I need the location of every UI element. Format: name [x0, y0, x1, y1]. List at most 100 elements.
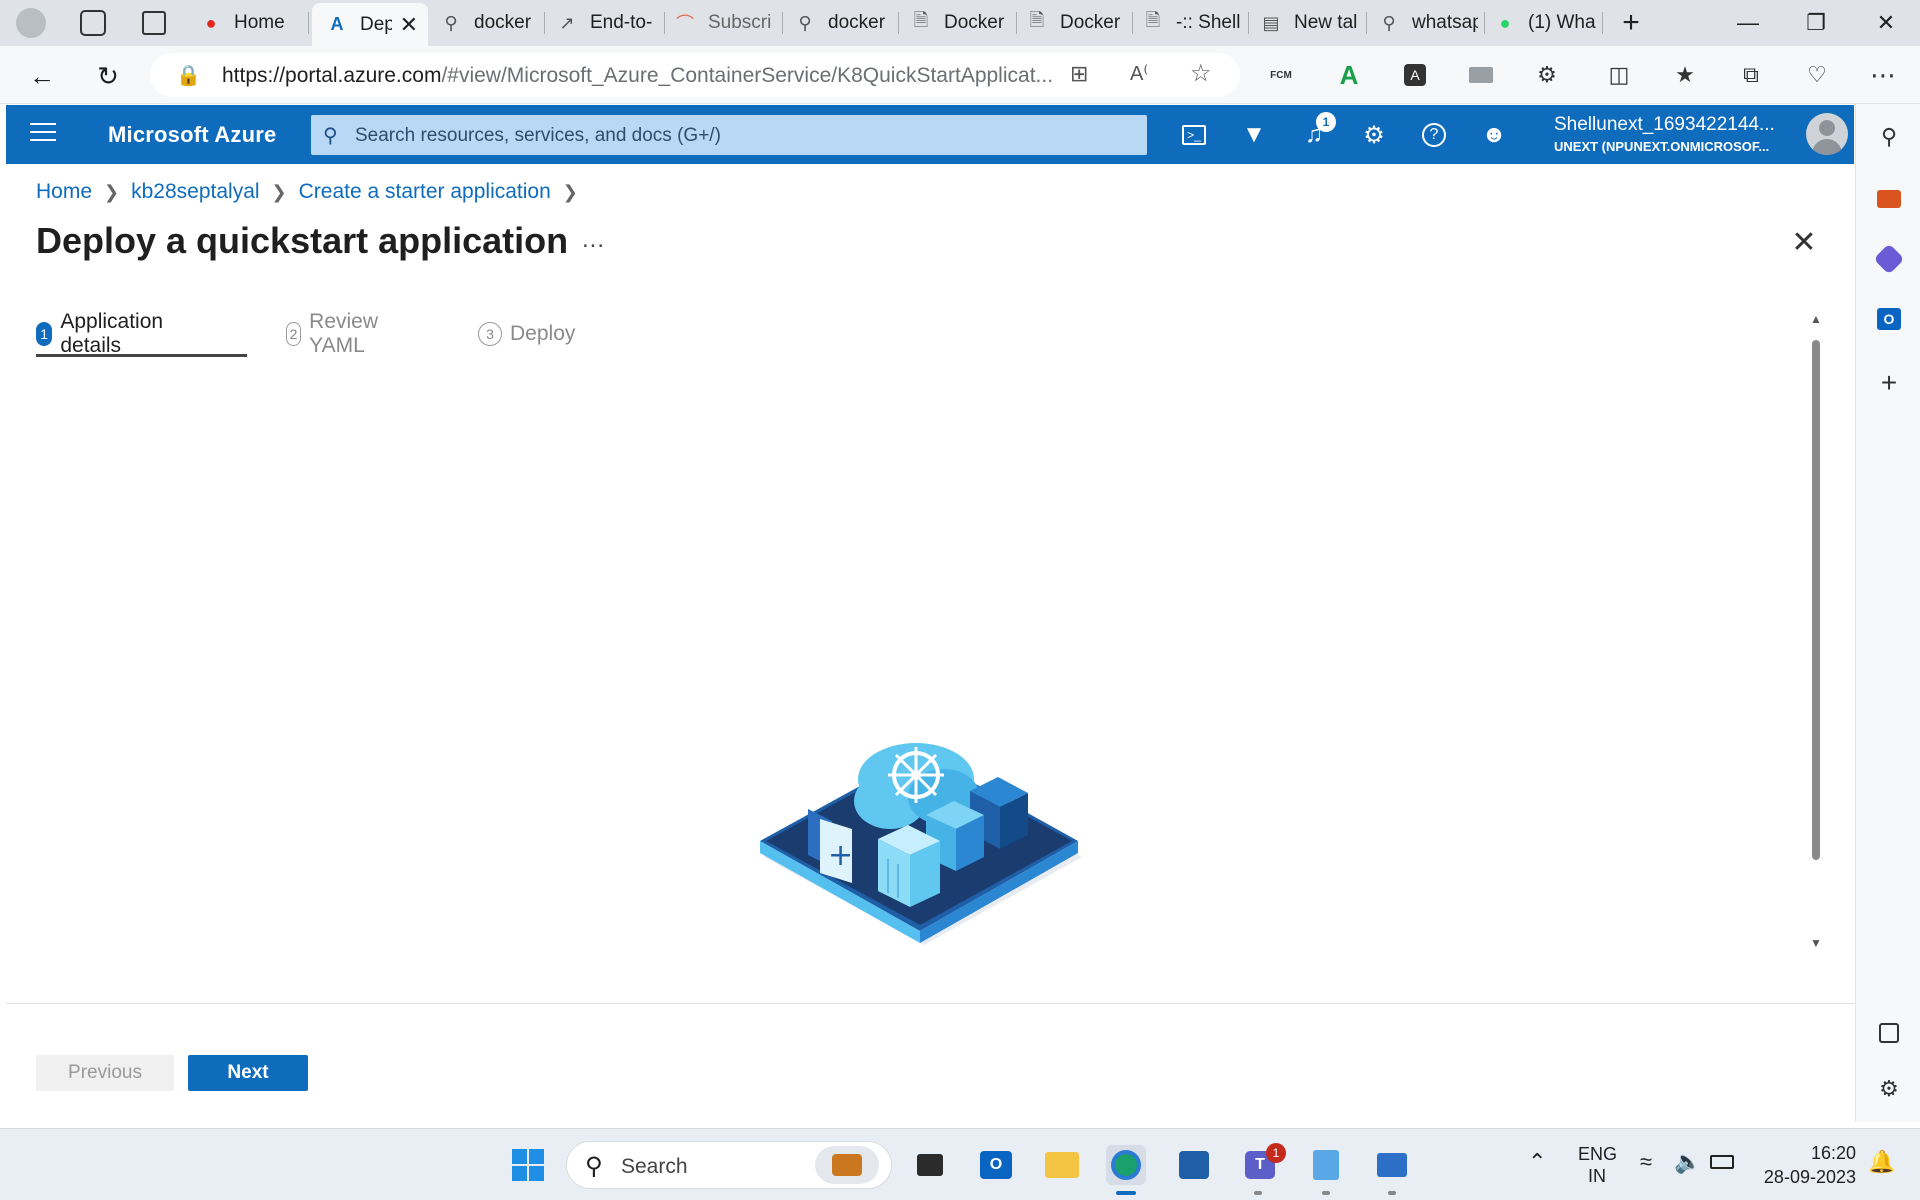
cloud-shell-icon[interactable]: >_ — [1174, 115, 1214, 155]
extension-a-icon[interactable]: A — [1398, 58, 1432, 92]
search-icon: ⚲ — [798, 12, 812, 33]
tools-briefcase-icon[interactable] — [1872, 182, 1906, 216]
avatar[interactable] — [1806, 113, 1848, 155]
tab-end-to-end[interactable]: ↗ End-to- — [556, 3, 660, 43]
favorites-icon[interactable]: ★ — [1668, 58, 1702, 92]
portal-search-input[interactable]: ⚲ Search resources, services, and docs (… — [311, 115, 1147, 155]
lock-icon[interactable]: 🔒 — [176, 63, 201, 88]
settings-more-icon[interactable]: ⋯ — [1866, 58, 1900, 92]
chevron-right-icon: ❯ — [104, 181, 120, 202]
copilot-icon[interactable] — [1872, 242, 1906, 276]
edge-browser-icon[interactable] — [1106, 1145, 1146, 1185]
tab-whatsapp-search[interactable]: ⚲ whatsap — [1378, 3, 1478, 43]
add-sidebar-app-icon[interactable]: + — [1872, 366, 1906, 400]
tab-whatsapp[interactable]: ● (1) Wha — [1494, 3, 1598, 43]
portal-brand[interactable]: Microsoft Azure — [108, 122, 276, 148]
profile-avatar-icon[interactable] — [16, 8, 46, 38]
refresh-button[interactable]: ↻ — [88, 56, 128, 96]
search-icon: ⚲ — [323, 125, 338, 147]
browser-essentials-icon[interactable]: ♡ — [1800, 58, 1834, 92]
sidebar-settings-icon[interactable]: ⚙ — [1872, 1072, 1906, 1106]
edge-sidebar: ⚲ O + ⚙ — [1855, 104, 1920, 1122]
tab-docker-search-1[interactable]: ⚲ docker — [440, 3, 536, 43]
tab-home[interactable]: ● Home — [200, 3, 308, 43]
screen-extension-icon[interactable] — [1464, 58, 1498, 92]
previous-button[interactable]: Previous — [36, 1055, 174, 1091]
minimize-button[interactable]: — — [1718, 4, 1778, 42]
tab-docker-1[interactable]: 🗎 Docker — [910, 3, 1010, 43]
file-explorer-icon[interactable] — [1042, 1145, 1082, 1185]
scroll-up-icon[interactable]: ▲ — [1810, 312, 1822, 326]
help-icon[interactable]: ? — [1414, 115, 1454, 155]
feedback-icon[interactable]: ☻ — [1474, 115, 1514, 155]
blade-content: Home ❯ kb28septalyal ❯ Create a starter … — [6, 164, 1854, 1122]
search-icon[interactable]: ⚲ — [1872, 120, 1906, 154]
address-bar-row: ← ↻ 🔒 https://portal.azure.com/#view/Mic… — [0, 46, 1920, 104]
url-field[interactable]: 🔒 https://portal.azure.com/#view/Microso… — [150, 53, 1240, 97]
notepad-icon[interactable] — [1306, 1145, 1346, 1185]
close-blade-button[interactable]: ✕ — [1786, 224, 1822, 260]
store-icon[interactable] — [1174, 1145, 1214, 1185]
whatsapp-icon: ● — [1499, 12, 1511, 33]
collections-icon[interactable]: ⧉ — [1734, 58, 1768, 92]
outlook-app-icon[interactable]: O — [976, 1145, 1016, 1185]
portal-menu-icon[interactable] — [30, 123, 56, 145]
close-window-button[interactable]: ✕ — [1856, 4, 1916, 42]
notification-center-icon[interactable]: 🔔 — [1868, 1149, 1895, 1175]
start-windows-icon[interactable] — [508, 1145, 548, 1185]
tab-shell[interactable]: 🗎 -:: Shell — [1142, 3, 1242, 43]
scrollbar-thumb[interactable] — [1812, 340, 1820, 860]
running-indicator — [1388, 1191, 1396, 1195]
wifi-icon[interactable]: ≈ — [1640, 1149, 1652, 1175]
breadcrumb-cluster[interactable]: kb28septalyal — [131, 180, 259, 204]
vertical-tabs-icon[interactable] — [142, 11, 166, 35]
running-indicator — [1254, 1191, 1262, 1195]
next-button[interactable]: Next — [188, 1055, 308, 1091]
remote-desktop-icon[interactable] — [1372, 1145, 1412, 1185]
tab-deploy-active[interactable]: A Dep ✕ — [312, 3, 428, 46]
tab-application-details[interactable]: 1 Application details — [36, 310, 171, 357]
tab-docker-2[interactable]: 🗎 Docker — [1026, 3, 1126, 43]
volume-icon[interactable]: 🔈 — [1674, 1149, 1701, 1175]
split-screen-icon[interactable]: ◫ — [1602, 58, 1636, 92]
breadcrumb-starter-app[interactable]: Create a starter application — [299, 180, 551, 204]
settings-gear-icon[interactable]: ⚙ — [1354, 115, 1394, 155]
favorite-star-icon[interactable]: ☆ — [1190, 59, 1212, 88]
directory-filter-icon[interactable]: ▼ — [1234, 115, 1274, 155]
account-tenant[interactable]: UNEXT (NPUNEXT.ONMICROSOF... — [1554, 139, 1769, 154]
fcm-extension-icon[interactable]: FCM — [1264, 58, 1298, 92]
breadcrumb-home[interactable]: Home — [36, 180, 92, 204]
workspaces-icon[interactable] — [80, 10, 106, 36]
taskbar-search-input[interactable]: ⚲ Search — [566, 1141, 892, 1189]
clock[interactable]: 16:20 28-09-2023 — [1760, 1141, 1856, 1189]
task-view-icon[interactable] — [910, 1145, 950, 1185]
read-aloud-icon[interactable]: A⁽ — [1130, 61, 1148, 86]
teams-notification-badge: 1 — [1266, 1143, 1286, 1163]
restore-button[interactable]: ❐ — [1786, 4, 1846, 42]
battery-icon[interactable] — [1710, 1153, 1734, 1174]
vertical-scrollbar[interactable]: ▲ ▼ — [1806, 312, 1826, 952]
scroll-down-icon[interactable]: ▼ — [1810, 936, 1822, 950]
app-available-icon[interactable]: ⊞ — [1070, 61, 1088, 87]
tab-docker-search-2[interactable]: ⚲ docker — [794, 3, 890, 43]
tab-new-tab[interactable]: ▤ New tal — [1260, 3, 1360, 43]
notification-count-badge: 1 — [1316, 112, 1336, 132]
tab-deploy[interactable]: 3 Deploy — [478, 314, 575, 354]
active-app-indicator — [1116, 1191, 1136, 1195]
search-icon: ⚲ — [444, 12, 458, 33]
more-options-button[interactable]: ... — [582, 226, 605, 254]
outlook-icon[interactable]: O — [1872, 302, 1906, 336]
running-indicator — [1322, 1191, 1330, 1195]
tab-subscriptions[interactable]: ⌒ Subscri — [674, 3, 774, 43]
sidebar-panel-icon[interactable] — [1872, 1016, 1906, 1050]
new-tab-button[interactable]: + — [1614, 6, 1648, 40]
grammar-extension-icon[interactable]: A — [1332, 58, 1366, 92]
account-name[interactable]: Shellunext_1693422144... — [1554, 114, 1775, 136]
tab-review-yaml[interactable]: 2 Review YAML — [286, 310, 387, 357]
extensions-puzzle-icon[interactable]: ⚙ — [1530, 58, 1564, 92]
language-indicator[interactable]: ENG IN — [1578, 1143, 1617, 1187]
show-hidden-icons-chevron-icon[interactable]: ⌃ — [1528, 1149, 1546, 1175]
back-button[interactable]: ← — [22, 56, 62, 96]
close-tab-icon[interactable]: ✕ — [400, 12, 418, 38]
page-icon: 🗎 — [1029, 10, 1045, 30]
